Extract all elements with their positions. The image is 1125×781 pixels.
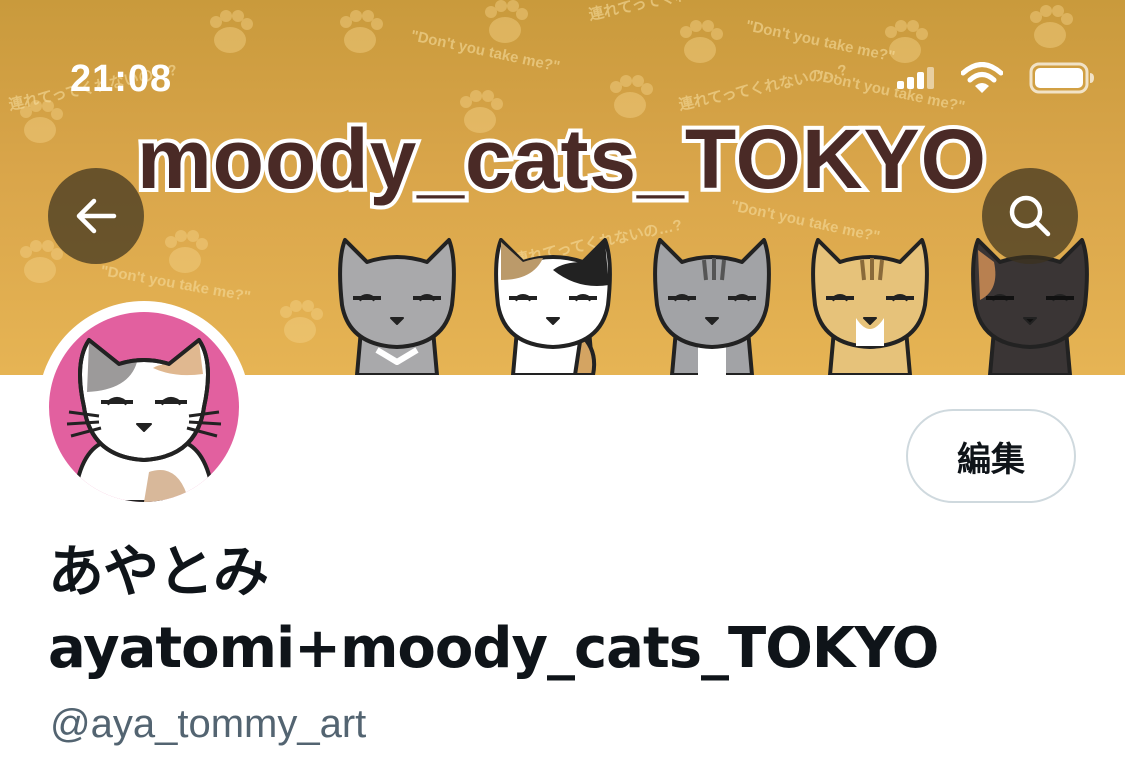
- battery-icon: [1029, 62, 1094, 94]
- wifi-icon: [961, 62, 1003, 93]
- calico-cat-avatar: [66, 338, 222, 502]
- banner-title: moody_cats_TOKYO: [137, 112, 987, 206]
- banner-bg-text: "Don't you take me?": [744, 17, 896, 65]
- user-handle: @aya_tommy_art: [50, 702, 367, 746]
- signal-icon: [897, 67, 934, 89]
- display-name-line1: あやとみ: [48, 540, 269, 605]
- avatar: [49, 312, 239, 502]
- banner-bg-text: 連れてってくれないの…?: [677, 61, 849, 114]
- search-button[interactable]: [982, 168, 1078, 264]
- profile-avatar[interactable]: [38, 301, 250, 513]
- status-icons: [897, 62, 1095, 94]
- cat-illustrations: [338, 238, 1089, 375]
- search-icon: [1009, 195, 1051, 237]
- arrow-left-icon: [76, 198, 117, 234]
- display-name-line2: ayatomi+moody_cats_TOKYO: [48, 616, 939, 681]
- banner-bg-text: 連れてってくれないの…?: [587, 0, 759, 24]
- edit-profile-button[interactable]: 編集: [906, 409, 1076, 503]
- banner-bg-text: "Don't you take me?": [409, 27, 561, 75]
- status-time: 21:08: [70, 58, 173, 100]
- back-button[interactable]: [48, 168, 144, 264]
- display-name: あやとみ ayatomi+moody_cats_TOKYO: [48, 535, 1108, 687]
